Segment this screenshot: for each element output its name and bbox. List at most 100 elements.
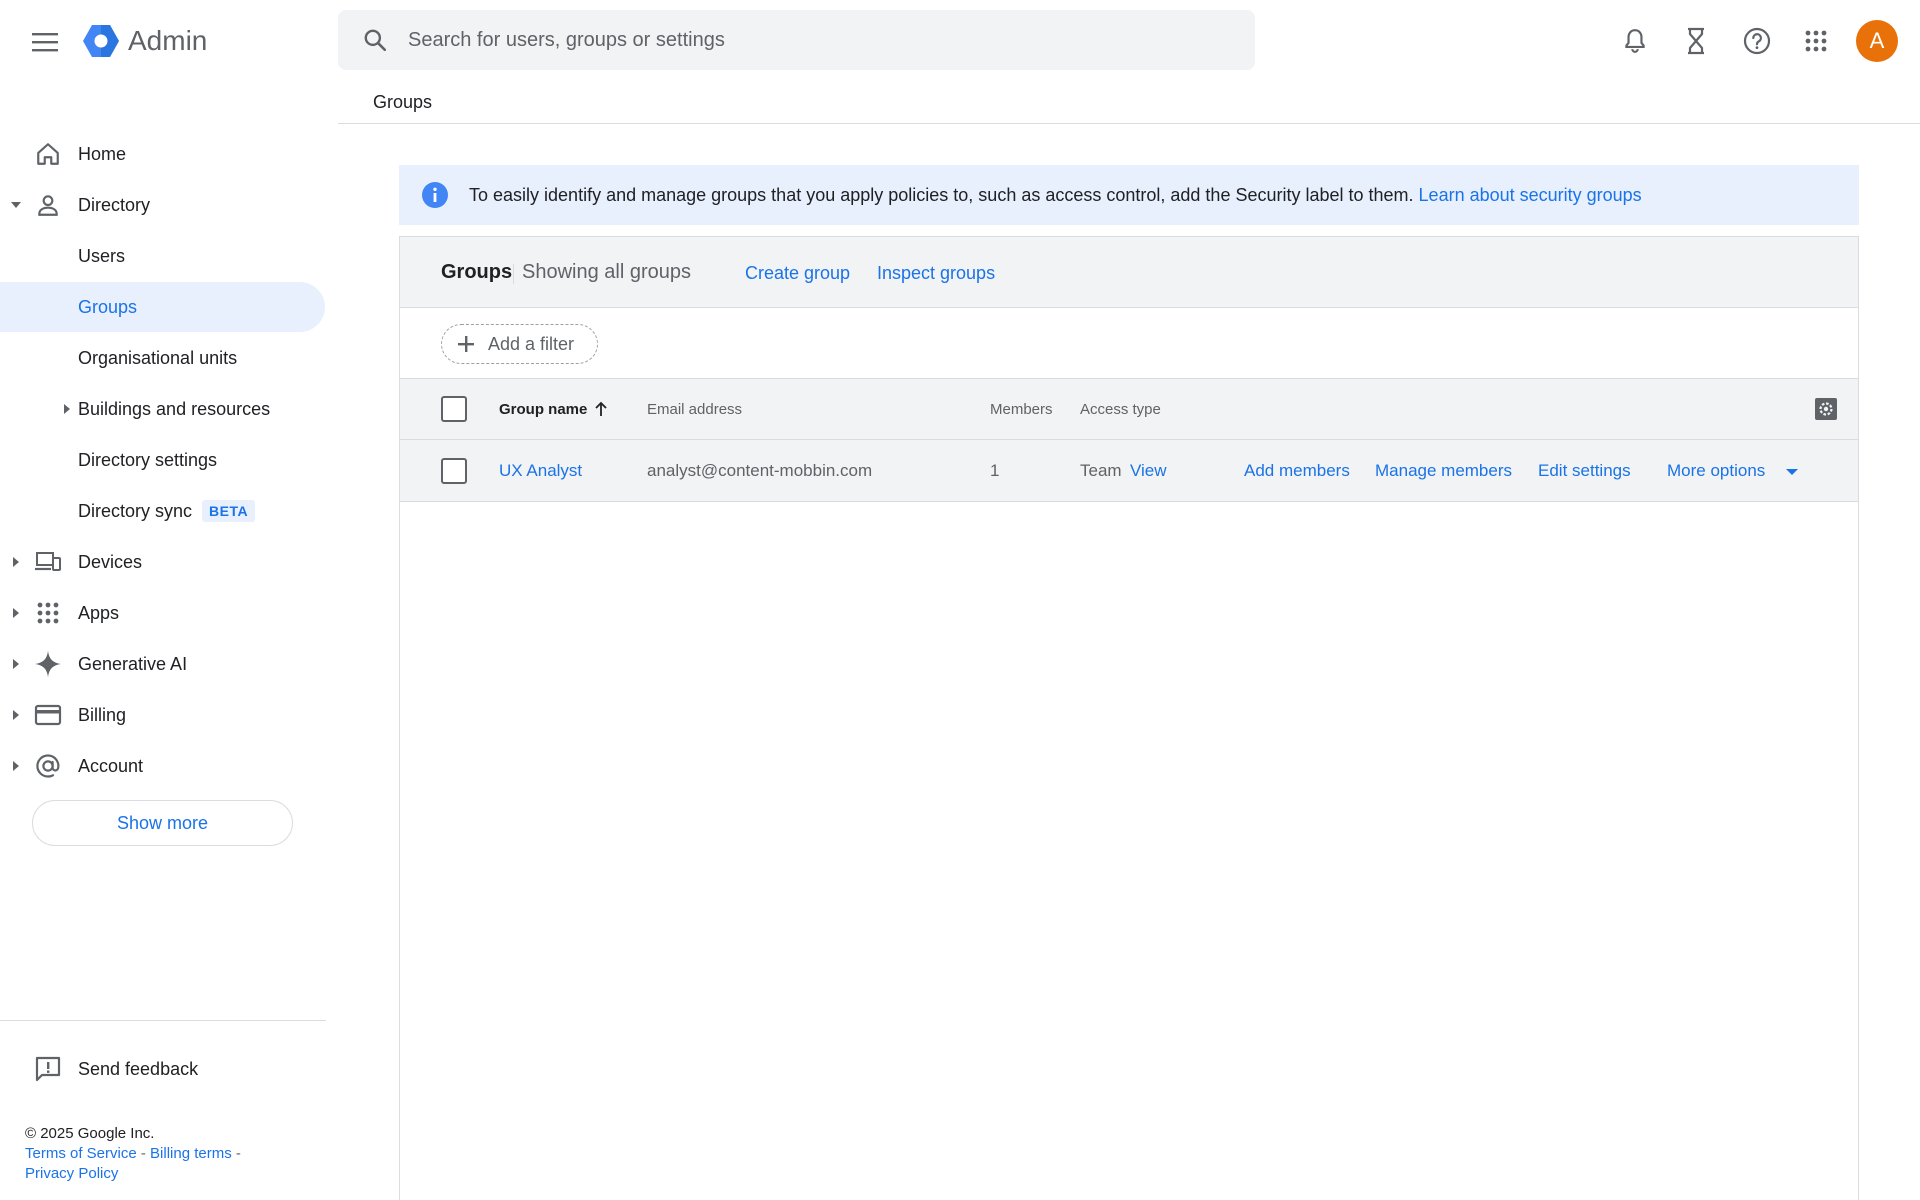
add-filter-label: Add a filter: [488, 333, 575, 354]
table-row[interactable]: UX Analyst analyst@content-mobbin.com 1 …: [400, 440, 1858, 502]
add-filter-button[interactable]: Add a filter: [441, 324, 598, 364]
column-header-members[interactable]: Members: [990, 401, 1053, 418]
home-icon: [33, 139, 63, 169]
sidebar-item-label: Directory sync: [78, 500, 193, 521]
sidebar-item-directory-sync[interactable]: Directory sync BETA: [0, 486, 325, 536]
footer-legal: © 2025 Google Inc. Terms of Service - Bi…: [25, 1124, 305, 1184]
sidebar-item-label: Apps: [78, 602, 120, 623]
column-header-group-name[interactable]: Group name: [499, 401, 587, 418]
sparkle-icon: [33, 649, 63, 679]
apps-grid-icon: [1805, 30, 1827, 52]
caret-down-icon[interactable]: [1785, 468, 1799, 476]
top-app-bar: Admin A: [0, 0, 1920, 82]
admin-logo[interactable]: Admin: [82, 22, 207, 60]
group-members-count: 1: [990, 461, 1000, 480]
column-header-email[interactable]: Email address: [647, 401, 742, 418]
sidebar-item-label: Buildings and resources: [78, 398, 271, 419]
title-divider: [513, 264, 514, 284]
devices-icon: [33, 547, 63, 577]
sidebar-item-label: Directory settings: [78, 449, 218, 470]
tasks-button[interactable]: [1676, 21, 1716, 61]
account-avatar[interactable]: A: [1856, 20, 1898, 62]
sidebar-item-account[interactable]: Account: [0, 741, 325, 791]
sidebar-item-organisational-units[interactable]: Organisational units: [0, 333, 325, 383]
sidebar-item-label: Directory: [78, 194, 151, 215]
show-more-button[interactable]: Show more: [32, 800, 293, 846]
sidebar-item-directory-settings[interactable]: Directory settings: [0, 435, 325, 485]
search-bar[interactable]: [338, 10, 1255, 70]
group-name-link[interactable]: UX Analyst: [499, 461, 582, 481]
search-input[interactable]: [408, 28, 1228, 52]
breadcrumb: Groups: [373, 92, 433, 112]
beta-badge: BETA: [202, 500, 256, 522]
more-options-link[interactable]: More options: [1667, 461, 1765, 481]
panel-header: Groups Showing all groups Create group I…: [400, 237, 1858, 308]
footer-separator: -: [235, 1145, 241, 1162]
sidebar-item-directory[interactable]: Directory: [0, 180, 325, 230]
send-feedback-button[interactable]: Send feedback: [0, 1044, 326, 1094]
apps-launcher-button[interactable]: [1796, 21, 1836, 61]
privacy-policy-link[interactable]: Privacy Policy: [25, 1165, 118, 1182]
search-icon[interactable]: [360, 25, 390, 55]
sidebar-item-label: Organisational units: [78, 347, 238, 368]
sidebar-item-label: Devices: [78, 551, 143, 572]
table-header: Group name Email address Members Access …: [400, 379, 1858, 440]
sidebar-item-label-group: Directory sync BETA: [78, 500, 256, 522]
add-members-link[interactable]: Add members: [1244, 461, 1350, 481]
panel-subtitle: Showing all groups: [522, 261, 691, 283]
groups-panel: Groups Showing all groups Create group I…: [399, 236, 1859, 1200]
plus-icon: [458, 336, 474, 352]
sidebar-item-devices[interactable]: Devices: [0, 537, 325, 587]
send-feedback-label: Send feedback: [78, 1058, 199, 1079]
at-sign-icon: [33, 751, 63, 781]
panel-title: Groups: [441, 261, 513, 283]
help-icon: [1743, 27, 1771, 55]
feedback-icon: [33, 1054, 63, 1084]
main-menu-button[interactable]: [28, 25, 62, 59]
group-email: analyst@content-mobbin.com: [647, 461, 873, 480]
create-group-link[interactable]: Create group: [745, 263, 850, 284]
sidebar-item-billing[interactable]: Billing: [0, 690, 325, 740]
sidebar-item-apps[interactable]: Apps: [0, 588, 325, 638]
caret-down-icon: [10, 199, 22, 211]
bell-icon: [1625, 29, 1645, 53]
sidebar-item-users[interactable]: Users: [0, 231, 325, 281]
notifications-button[interactable]: [1615, 21, 1655, 61]
sidebar-item-label: Users: [78, 245, 126, 266]
learn-security-groups-link[interactable]: Learn about security groups: [1419, 185, 1642, 206]
apps-grid-icon: [33, 598, 63, 628]
info-icon: [422, 182, 448, 208]
column-settings-icon[interactable]: [1814, 397, 1838, 421]
view-access-link[interactable]: View: [1130, 461, 1167, 481]
hamburger-menu-icon: [32, 33, 58, 52]
caret-right-icon: [10, 556, 22, 568]
person-icon: [33, 190, 63, 220]
column-header-access-type[interactable]: Access type: [1080, 401, 1161, 418]
caret-right-icon: [10, 607, 22, 619]
copyright-text: © 2025 Google Inc.: [25, 1125, 155, 1142]
sidebar-divider: [0, 1020, 326, 1021]
row-checkbox[interactable]: [441, 458, 467, 484]
admin-hexagon-icon: [83, 25, 119, 57]
select-all-checkbox[interactable]: [441, 396, 467, 422]
sort-ascending-icon[interactable]: [592, 400, 610, 418]
app-name: Admin: [128, 25, 208, 56]
footer-separator: -: [140, 1145, 146, 1162]
group-access-type: Team: [1080, 461, 1122, 480]
sidebar-item-buildings-and-resources[interactable]: Buildings and resources: [0, 384, 325, 434]
breadcrumb-bar: Groups: [338, 82, 1920, 124]
credit-card-icon: [33, 700, 63, 730]
caret-right-icon: [10, 709, 22, 721]
help-button[interactable]: [1737, 21, 1777, 61]
caret-right-icon: [10, 760, 22, 772]
sidebar-item-home[interactable]: Home: [0, 129, 325, 179]
terms-of-service-link[interactable]: Terms of Service: [25, 1145, 137, 1162]
sidebar-item-groups[interactable]: Groups: [0, 282, 325, 332]
billing-terms-link[interactable]: Billing terms: [150, 1145, 232, 1162]
inspect-groups-link[interactable]: Inspect groups: [877, 263, 995, 284]
info-banner: To easily identify and manage groups tha…: [399, 165, 1859, 225]
manage-members-link[interactable]: Manage members: [1375, 461, 1512, 481]
edit-settings-link[interactable]: Edit settings: [1538, 461, 1631, 481]
sidebar-item-generative-ai[interactable]: Generative AI: [0, 639, 325, 689]
caret-right-icon: [10, 658, 22, 670]
